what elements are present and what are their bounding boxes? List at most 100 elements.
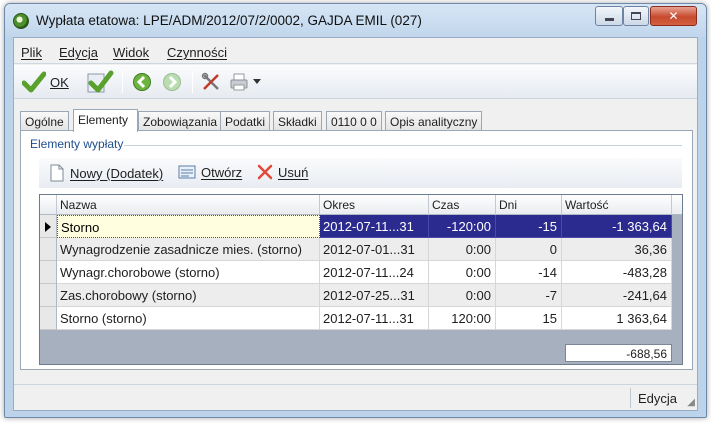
cell-nazwa[interactable]: Wynagr.chorobowe (storno) (57, 261, 320, 284)
ok-label: OK (50, 74, 69, 90)
delete-button-label: Usuń (278, 164, 309, 180)
close-button[interactable]: ✕ (650, 6, 697, 26)
open-icon (178, 165, 196, 179)
cell-dni[interactable]: -15 (496, 215, 562, 238)
dropdown-arrow-icon[interactable] (253, 79, 261, 85)
back-arrow-icon (133, 73, 151, 91)
size-grip-icon[interactable]: ◢ (687, 397, 695, 408)
close-icon: ✕ (668, 9, 679, 23)
tools-button[interactable] (201, 70, 221, 94)
tab-ogolne[interactable]: Ogólne (20, 111, 69, 131)
grid-footer: -688,56 (40, 341, 682, 364)
status-bar: Edycja ◢ (14, 384, 697, 410)
cell-nazwa[interactable]: Storno (57, 215, 320, 238)
status-separator (630, 388, 631, 408)
row-selector[interactable] (40, 238, 57, 261)
maximize-button[interactable] (623, 6, 649, 26)
tab-elementy[interactable]: Elementy (73, 109, 138, 132)
elements-grid: Nazwa Okres Czas Dni Wartość Storno 2012… (39, 194, 683, 365)
forward-arrow-icon (163, 73, 181, 91)
open-button[interactable]: Otwórz (178, 164, 242, 180)
column-header-dni[interactable]: Dni (496, 195, 562, 215)
ok-button[interactable]: OK (22, 70, 69, 94)
table-row[interactable]: Storno (storno) 2012-07-11...31 120:00 1… (40, 307, 682, 330)
delete-icon (257, 164, 273, 180)
new-button-label: Nowy (Dodatek) (70, 165, 164, 181)
cell-okres[interactable]: 2012-07-11...24 (320, 261, 429, 284)
cell-wartosc[interactable]: -1 363,64 (562, 215, 672, 238)
cell-czas[interactable]: 0:00 (429, 261, 496, 284)
table-row[interactable]: Storno 2012-07-11...31 -120:00 -15 -1 36… (40, 215, 682, 238)
cell-wartosc[interactable]: 36,36 (562, 238, 672, 261)
new-document-icon (50, 164, 64, 182)
tab-opis-analityczny[interactable]: Opis analityczny (385, 111, 483, 131)
back-button[interactable] (132, 70, 152, 94)
tab-skladki[interactable]: Składki (273, 111, 322, 131)
cell-dni[interactable]: -14 (496, 261, 562, 284)
cell-okres[interactable]: 2012-07-11...31 (320, 215, 429, 238)
open-button-label: Otwórz (201, 164, 243, 180)
title-bar[interactable]: Wypłata etatowa: LPE/ADM/2012/07/2/0002,… (5, 4, 706, 37)
app-icon[interactable] (13, 13, 29, 29)
cell-nazwa[interactable]: Wynagrodzenie zasadnicze mies. (storno) (57, 238, 320, 261)
tools-icon (201, 72, 219, 90)
cell-wartosc[interactable]: -241,64 (562, 284, 672, 307)
cell-nazwa[interactable]: Storno (storno) (57, 307, 320, 330)
menu-bar: Plik Edycja Widok Czynności (14, 38, 697, 64)
cell-wartosc[interactable]: 1 363,64 (562, 307, 672, 330)
maximize-icon (631, 12, 641, 20)
new-button[interactable]: Nowy (Dodatek) (49, 164, 163, 182)
column-header-nazwa[interactable]: Nazwa (57, 195, 320, 215)
cell-okres[interactable]: 2012-07-25...31 (320, 284, 429, 307)
minimize-icon (604, 17, 614, 21)
cell-dni[interactable]: 15 (496, 307, 562, 330)
grid-header: Nazwa Okres Czas Dni Wartość (40, 195, 682, 215)
cell-czas[interactable]: 0:00 (429, 284, 496, 307)
column-header-czas[interactable]: Czas (429, 195, 496, 215)
cell-czas[interactable]: 120:00 (429, 307, 496, 330)
header-filler (672, 195, 682, 215)
apply-button[interactable] (86, 70, 114, 94)
tab-0110-0-0[interactable]: 0110 0 0 (326, 111, 382, 131)
cell-okres[interactable]: 2012-07-11...31 (320, 307, 429, 330)
row-selector[interactable] (40, 261, 57, 284)
tab-panel-elementy: Elementy wypłaty Nowy (Dodatek) Otwórz U… (20, 130, 693, 370)
status-mode: Edycja (638, 391, 678, 406)
delete-button[interactable]: Usuń (257, 164, 308, 180)
menu-edycja[interactable]: Edycja (59, 45, 98, 60)
toolbar-separator (192, 71, 193, 93)
table-row[interactable]: Zas.chorobowy (storno) 2012-07-25...31 0… (40, 284, 682, 307)
column-header-wartosc[interactable]: Wartość (562, 195, 672, 215)
toolbar-separator (122, 71, 123, 93)
cell-czas[interactable]: -120:00 (429, 215, 496, 238)
cell-wartosc[interactable]: -483,28 (562, 261, 672, 284)
elements-toolbar: Nowy (Dodatek) Otwórz Usuń (39, 158, 682, 188)
cell-czas[interactable]: 0:00 (429, 238, 496, 261)
table-row[interactable]: Wynagrodzenie zasadnicze mies. (storno) … (40, 238, 682, 261)
window-title: Wypłata etatowa: LPE/ADM/2012/07/2/0002,… (36, 13, 422, 28)
print-icon (230, 73, 248, 91)
cell-nazwa[interactable]: Zas.chorobowy (storno) (57, 284, 320, 307)
row-selector[interactable] (40, 215, 57, 238)
main-toolbar: OK (14, 65, 697, 99)
group-title: Elementy wypłaty (30, 137, 124, 151)
print-button[interactable] (229, 70, 261, 94)
tab-podatki[interactable]: Podatki (220, 111, 271, 131)
ok-check-icon (22, 71, 46, 93)
menu-plik[interactable]: Plik (21, 45, 42, 60)
cell-dni[interactable]: -7 (496, 284, 562, 307)
row-selector[interactable] (40, 284, 57, 307)
minimize-button[interactable] (595, 6, 623, 26)
menu-widok[interactable]: Widok (113, 45, 149, 60)
column-header-okres[interactable]: Okres (320, 195, 429, 215)
row-selector[interactable] (40, 307, 57, 330)
forward-button[interactable] (162, 70, 182, 94)
menu-czynnosci[interactable]: Czynności (167, 45, 227, 60)
cell-dni[interactable]: 0 (496, 238, 562, 261)
app-window: Wypłata etatowa: LPE/ADM/2012/07/2/0002,… (4, 3, 707, 418)
table-row[interactable]: Wynagr.chorobowe (storno) 2012-07-11...2… (40, 261, 682, 284)
total-value: -688,56 (565, 344, 672, 362)
cell-okres[interactable]: 2012-07-01...31 (320, 238, 429, 261)
tab-zobowiazania[interactable]: Zobowiązania (138, 111, 223, 131)
row-pointer-icon (45, 222, 51, 232)
